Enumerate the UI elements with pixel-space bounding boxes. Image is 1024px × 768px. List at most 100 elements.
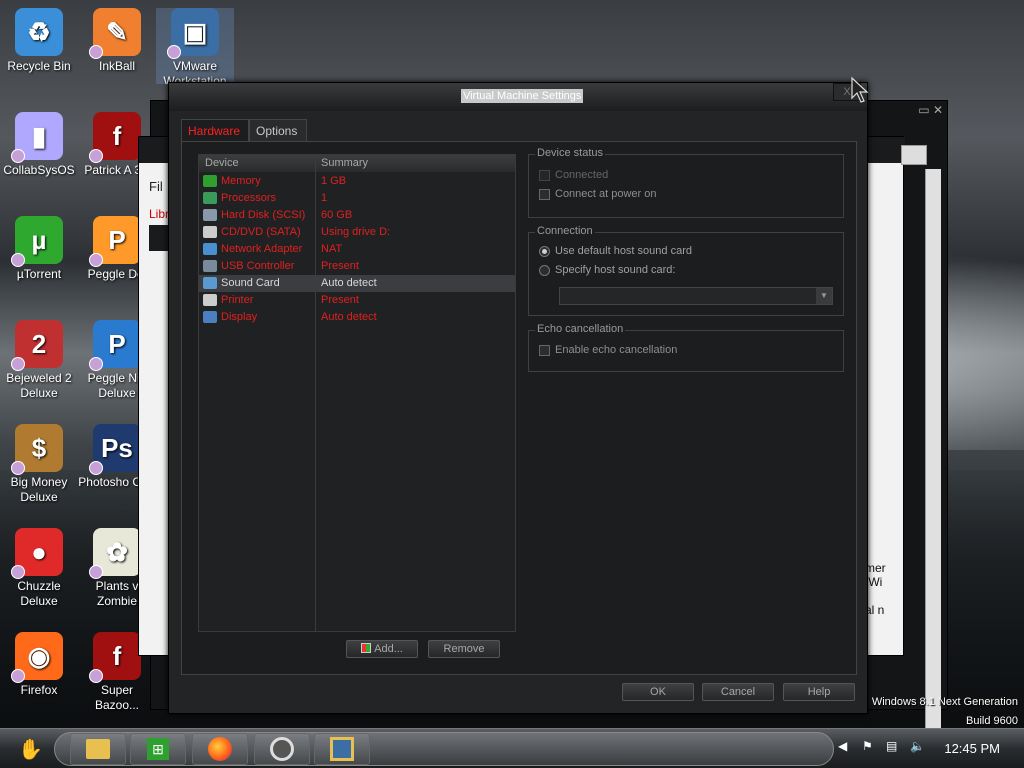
desktop-icon[interactable]: ♻ Recycle Bin [0,8,78,74]
add-button-label: Add... [374,643,403,655]
store-button[interactable]: ⊞ [130,733,186,765]
shortcut-arrow-icon [11,149,25,163]
device-row-usb-controller[interactable]: USB Controller Present [199,258,515,275]
desktop-icon-label: Super Bazoo... [94,683,140,712]
device-row-memory[interactable]: Memory 1 GB [199,173,515,190]
bg-window-controls[interactable]: ▭ ✕ [883,103,943,119]
dialog-titlebar[interactable]: Virtual Machine Settings X [169,83,867,111]
firefox-button[interactable] [192,733,248,765]
plants-v-zombie-icon: ✿ [89,528,141,579]
add-button[interactable]: Add... [346,640,418,658]
desktop-icon[interactable]: $ Big Money Deluxe [0,424,78,505]
shortcut-arrow-icon [89,565,103,579]
shortcut-arrow-icon [11,357,25,371]
network-icon[interactable]: ▤ [886,739,897,753]
desktop-icon[interactable]: ◉ Firefox [0,632,78,698]
file-explorer-icon [86,739,110,759]
device-table: Device Summary Memory 1 GB Processors 1 Hard… [198,154,516,632]
tab-hardware[interactable]: Hardware [181,119,249,141]
use-default-host-label: Use default host sound card [555,245,692,257]
settings-button[interactable] [254,733,310,765]
cd-dvd-sata-icon [203,226,217,238]
column-header-summary[interactable]: Summary [321,157,368,169]
bejeweled-2-deluxe-icon: 2 [11,320,63,371]
os-watermark-line1: Windows 8.1 Next Generation [871,696,1018,708]
ok-button[interactable]: OK [622,683,694,701]
desktop-icon[interactable]: ▮ CollabSysOS [0,112,78,178]
host-sound-card-select[interactable]: ▼ [559,287,833,305]
column-header-device[interactable]: Device [205,157,239,169]
shortcut-arrow-icon [11,253,25,267]
device-row-printer[interactable]: Printer Present [199,292,515,309]
desktop-icon-label: Bejeweled 2 Deluxe [6,371,72,400]
desktop-icon[interactable]: ▣ VMware Workstation [156,8,234,84]
desktop-icon[interactable]: ● Chuzzle Deluxe [0,528,78,609]
tray-arrow-icon[interactable]: ◀ [838,739,847,753]
device-table-header: Device Summary [199,155,515,172]
photosho-cs6-icon: Ps [89,424,141,475]
hard-disk-scsi-icon [203,209,217,221]
vmware-button[interactable] [314,733,370,765]
shortcut-arrow-icon [89,253,103,267]
enable-echo-cancellation-checkbox[interactable]: Enable echo cancellation [539,344,677,356]
file-explorer-button[interactable] [70,733,126,765]
peggle-nig-deluxe-icon: P [89,320,141,371]
bg-text-snippet: mer [865,561,886,575]
settings-icon [270,737,294,761]
search-icon[interactable] [901,145,927,165]
add-icon [361,643,372,653]
device-row-processors[interactable]: Processors 1 [199,190,515,207]
desktop-icon[interactable]: ✎ InkBall [78,8,156,74]
device-name: USB Controller [221,260,295,272]
connection-group: Connection Use default host sound card S… [528,225,844,316]
device-name: CD/DVD (SATA) [221,226,301,238]
usb-controller-icon [203,260,217,272]
device-row-cd-dvd-sata[interactable]: CD/DVD (SATA) Using drive D: [199,224,515,241]
device-row-display[interactable]: Display Auto detect [199,309,515,326]
shortcut-arrow-icon [89,149,103,163]
desktop-icon[interactable]: 2 Bejeweled 2 Deluxe [0,320,78,401]
shortcut-arrow-icon [11,669,25,683]
device-summary: Present [321,294,359,306]
device-row-network-adapter[interactable]: Network Adapter NAT [199,241,515,258]
shortcut-arrow-icon [11,565,25,579]
connected-label: Connected [555,169,609,181]
memory-icon [203,175,217,187]
-torrent-icon: µ [11,216,63,267]
device-name: Printer [221,294,254,306]
start-button[interactable]: ✋ [18,737,43,761]
desktop-icon[interactable]: µ µTorrent [0,216,78,282]
desktop-icon-label: CollabSysOS [3,163,75,177]
use-default-host-radio[interactable]: Use default host sound card [539,245,692,257]
bg-scrollbar[interactable] [925,169,941,729]
shortcut-arrow-icon [89,669,103,683]
device-row-hard-disk-scsi[interactable]: Hard Disk (SCSI) 60 GB [199,207,515,224]
taskbar-clock[interactable]: 12:45 PM [944,741,1000,756]
device-name: Processors [221,192,277,204]
device-summary: Using drive D: [321,226,391,238]
specify-host-radio[interactable]: Specify host sound card: [539,264,675,276]
connect-at-power-on-checkbox[interactable]: Connect at power on [539,188,657,200]
specify-host-label: Specify host sound card: [555,264,676,276]
device-summary: 1 [321,192,328,204]
shortcut-arrow-icon [167,45,181,59]
shortcut-arrow-icon [89,357,103,371]
action-center-flag-icon[interactable]: ⚑ [862,739,873,753]
enable-echo-cancellation-label: Enable echo cancellation [555,344,678,356]
cancel-button[interactable]: Cancel [702,683,774,701]
display-icon [203,311,217,323]
tab-options[interactable]: Options [249,119,307,141]
help-button[interactable]: Help [783,683,855,701]
remove-button[interactable]: Remove [428,640,500,658]
chevron-down-icon[interactable]: ▼ [816,288,832,304]
bg-file-menu[interactable]: Fil [149,179,163,194]
connected-checkbox[interactable]: Connected [539,169,608,181]
device-status-group: Device status Connected Connect at power… [528,147,844,218]
device-summary: Auto detect [321,311,377,323]
patrick-a-3d-icon: f [89,112,141,163]
volume-muted-icon[interactable]: 🔈 [910,739,925,753]
big-money-deluxe-icon: $ [11,424,63,475]
vmware-icon [330,737,354,761]
device-row-sound-card[interactable]: Sound Card Auto detect [199,275,515,292]
desktop-icon-label: InkBall [98,59,136,73]
